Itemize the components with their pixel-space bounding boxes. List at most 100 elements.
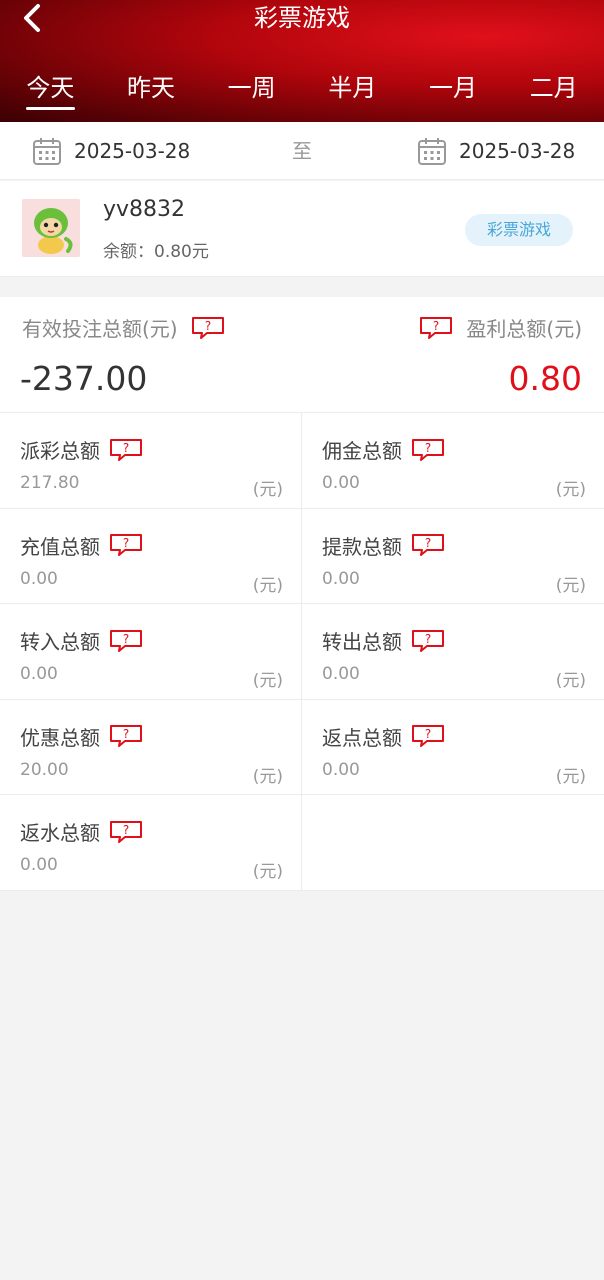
question-bubble-icon[interactable]: ? [410, 438, 446, 462]
svg-text:?: ? [425, 727, 431, 741]
game-type-tag[interactable]: 彩票游戏 [465, 214, 573, 246]
stat-label-text: 转入总额 [20, 630, 100, 655]
end-date-value: 2025-03-28 [459, 139, 576, 163]
stat-unit: (元) [252, 480, 283, 500]
stat-cell: 转出总额? 0.00 (元) [302, 604, 604, 700]
stat-value: 0.00 [322, 664, 360, 685]
svg-text:?: ? [123, 632, 129, 646]
stat-label: 提款总额? [322, 531, 446, 560]
stat-label: 转入总额? [20, 626, 144, 655]
bet-total-label-text: 有效投注总额(元) [22, 317, 178, 341]
svg-text:?: ? [433, 319, 439, 333]
stat-label-text: 佣金总额 [322, 439, 402, 463]
svg-text:?: ? [425, 632, 431, 646]
question-bubble-icon[interactable]: ? [410, 724, 446, 748]
avatar [22, 199, 80, 257]
bet-total-label: 有效投注总额(元) ? [22, 313, 226, 342]
stat-cell-empty [302, 795, 604, 891]
stat-unit: (元) [252, 862, 283, 883]
stat-label-text: 优惠总额 [20, 725, 100, 750]
svg-text:?: ? [123, 441, 129, 455]
stat-label-text: 充值总额 [20, 534, 100, 559]
stat-cell: 充值总额? 0.00 (元) [0, 508, 302, 605]
stat-label-text: 派彩总额 [20, 439, 100, 463]
stat-value: 0.00 [20, 855, 58, 876]
question-bubble-icon[interactable]: ? [108, 820, 144, 844]
tab-week[interactable]: 一周 [201, 68, 302, 112]
stat-cell: 返点总额? 0.00 (元) [302, 700, 604, 796]
svg-text:?: ? [123, 536, 129, 550]
stats-grid: 派彩总额? 217.80 (元) 佣金总额? 0.00 (元) 充值总额? 0.00 (元) 提款… [0, 413, 604, 891]
tab-today[interactable]: 今天 [0, 68, 101, 112]
page-title: 彩票游戏 [254, 4, 350, 32]
stat-cell: 提款总额? 0.00 (元) [302, 509, 604, 605]
stat-label-text: 返水总额 [20, 821, 100, 846]
stat-cell: 优惠总额? 20.00 (元) [0, 699, 302, 796]
balance-value: 0.80元 [154, 242, 209, 262]
snake-avatar-icon [22, 199, 80, 257]
stat-unit: (元) [252, 575, 283, 596]
stat-value: 0.00 [20, 568, 58, 589]
stat-unit: (元) [252, 671, 283, 692]
start-date-value: 2025-03-28 [74, 139, 191, 163]
calendar-icon [418, 138, 446, 165]
stat-cell: 佣金总额? 0.00 (元) [302, 413, 604, 509]
stat-label: 返水总额? [20, 817, 144, 846]
stat-cell: 返水总额? 0.00 (元) [0, 795, 302, 891]
user-info-row: yv8832 余额：0.80元 彩票游戏 [0, 181, 604, 277]
date-range-bar: 至 2025-03-28 2025-03-28 [0, 122, 604, 180]
profit-total-label-text: 盈利总额(元) [466, 317, 582, 341]
profit-total-value: 0.80 [508, 359, 582, 398]
calendar-icon [33, 138, 61, 165]
svg-text:?: ? [123, 727, 129, 741]
profit-total-label: ? 盈利总额(元) [418, 313, 582, 342]
header: 彩票游戏 今天 昨天 一周 半月 一月 二月 [0, 0, 604, 122]
bet-total-value: -237.00 [20, 359, 148, 398]
question-bubble-icon[interactable]: ? [108, 629, 144, 653]
start-date-picker[interactable]: 2025-03-28 [32, 122, 190, 180]
svg-text:?: ? [425, 441, 431, 455]
stat-label: 转出总额? [322, 626, 446, 655]
svg-text:?: ? [123, 823, 129, 837]
stat-value: 0.00 [322, 473, 360, 493]
summary-panel: 有效投注总额(元) ? ? 盈利总额(元) -237.00 0.80 [0, 297, 604, 413]
tab-month[interactable]: 一月 [403, 68, 504, 112]
balance-label: 余额： [103, 242, 154, 262]
tab-half-month[interactable]: 半月 [302, 68, 403, 112]
stat-value: 0.00 [322, 568, 360, 589]
question-bubble-icon[interactable]: ? [410, 629, 446, 653]
balance-text: 余额：0.80元 [103, 237, 209, 262]
stat-label-text: 返点总额 [322, 725, 402, 750]
stat-unit: (元) [252, 766, 283, 787]
stat-value: 217.80 [20, 473, 80, 493]
end-date-picker[interactable]: 2025-03-28 [417, 122, 575, 180]
stat-label-text: 转出总额 [322, 630, 402, 655]
stat-value: 0.00 [20, 664, 58, 685]
stat-cell: 派彩总额? 217.80 (元) [0, 413, 302, 509]
stat-label: 派彩总额? [20, 435, 144, 464]
stat-unit: (元) [555, 575, 586, 596]
username: yv8832 [103, 197, 186, 222]
svg-text:?: ? [425, 536, 431, 550]
stat-unit: (元) [555, 480, 586, 500]
stat-value: 20.00 [20, 759, 69, 780]
stat-label: 优惠总额? [20, 722, 144, 751]
question-bubble-icon[interactable]: ? [410, 533, 446, 557]
question-bubble-icon[interactable]: ? [190, 316, 226, 340]
stat-label: 佣金总额? [322, 435, 446, 464]
svg-text:?: ? [204, 319, 210, 333]
stat-cell: 转入总额? 0.00 (元) [0, 604, 302, 700]
tab-yesterday[interactable]: 昨天 [101, 68, 202, 112]
stat-label: 充值总额? [20, 531, 144, 560]
question-bubble-icon[interactable]: ? [418, 316, 454, 340]
period-tabs: 今天 昨天 一周 半月 一月 二月 [0, 68, 604, 112]
stat-label-text: 提款总额 [322, 534, 402, 559]
question-bubble-icon[interactable]: ? [108, 724, 144, 748]
stat-unit: (元) [555, 766, 586, 787]
question-bubble-icon[interactable]: ? [108, 438, 144, 462]
tab-two-months[interactable]: 二月 [503, 68, 604, 112]
stat-label: 返点总额? [322, 722, 446, 751]
question-bubble-icon[interactable]: ? [108, 533, 144, 557]
stat-unit: (元) [555, 671, 586, 692]
stat-value: 0.00 [322, 759, 360, 780]
